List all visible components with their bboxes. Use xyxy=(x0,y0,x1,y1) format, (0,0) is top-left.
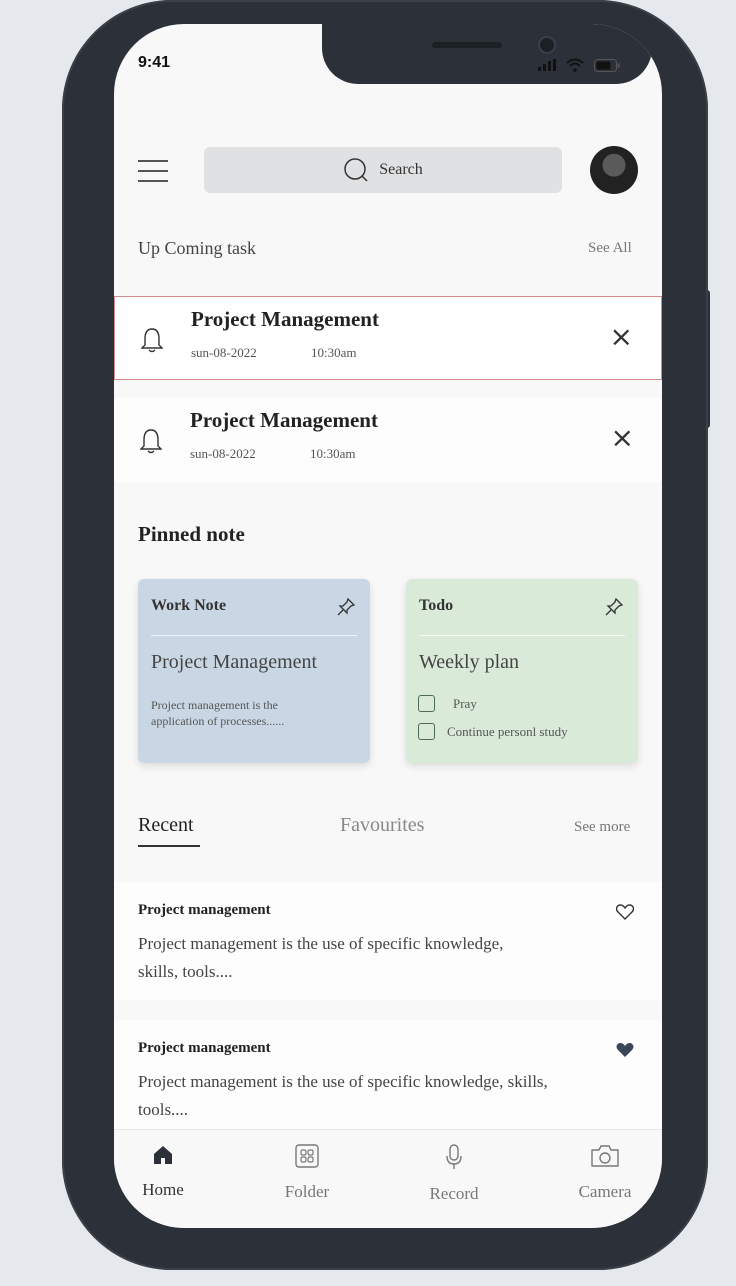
card-title: Project Management xyxy=(151,651,318,673)
todo-label: Continue personl study xyxy=(447,723,568,739)
search-icon xyxy=(344,158,368,182)
task-time: 10:30am xyxy=(311,345,357,360)
note-body-line: tools.... xyxy=(138,1100,189,1119)
task-date: sun-08-2022 xyxy=(190,446,256,461)
home-icon xyxy=(154,1146,172,1164)
pinned-title: Pinned note xyxy=(138,522,245,546)
status-time: 9:41 xyxy=(138,54,171,71)
search-bar[interactable]: Search xyxy=(204,147,562,193)
note-body-line: skills, tools.... xyxy=(138,962,233,981)
task-item[interactable]: Project Management sun-08-2022 10:30am × xyxy=(114,398,662,482)
bottom-nav: Home Folder Record Camera xyxy=(114,1129,662,1228)
bell-icon xyxy=(141,328,163,353)
heart-outline-icon[interactable] xyxy=(616,904,634,920)
nav-camera[interactable]: Camera xyxy=(550,1144,660,1202)
speaker xyxy=(432,42,502,48)
close-icon[interactable]: × xyxy=(610,323,633,351)
wifi-icon xyxy=(566,58,584,72)
menu-icon[interactable] xyxy=(138,160,168,182)
bell-icon xyxy=(140,429,162,454)
status-icons xyxy=(538,58,620,72)
battery-icon xyxy=(594,58,620,72)
microphone-icon xyxy=(446,1144,462,1169)
note-title: Project management xyxy=(138,902,271,918)
nav-record[interactable]: Record xyxy=(399,1144,509,1204)
card-body-line: application of processes...... xyxy=(151,714,285,728)
nav-label: Folder xyxy=(284,1182,330,1201)
checkbox[interactable] xyxy=(418,695,435,712)
note-body-line: Project management is the use of specifi… xyxy=(138,934,504,953)
see-more-link[interactable]: See more xyxy=(574,819,630,836)
note-body: Project management is the use of specifi… xyxy=(138,1068,548,1124)
pinned-card-todo[interactable]: Todo Weekly plan Pray Continue personl s… xyxy=(406,579,638,763)
nav-folder[interactable]: Folder xyxy=(252,1144,362,1202)
folder-grid-icon xyxy=(295,1144,319,1168)
card-title: Weekly plan xyxy=(419,651,520,673)
note-body-line: Project management is the use of specifi… xyxy=(138,1072,548,1091)
front-camera xyxy=(538,36,556,54)
note-body: Project management is the use of specifi… xyxy=(138,930,503,986)
task-title: Project Management xyxy=(190,408,378,432)
todo-label: Pray xyxy=(453,695,477,711)
heart-filled-icon[interactable] xyxy=(616,1042,634,1058)
tab-recent[interactable]: Recent xyxy=(138,814,194,837)
card-label: Work Note xyxy=(151,597,227,614)
camera-icon xyxy=(591,1145,619,1167)
close-icon[interactable]: × xyxy=(611,424,634,452)
tab-active-underline xyxy=(138,845,200,847)
task-time: 10:30am xyxy=(310,446,356,461)
nav-label: Home xyxy=(142,1180,184,1199)
task-item[interactable]: Project Management sun-08-2022 10:30am × xyxy=(114,296,662,380)
nav-label: Record xyxy=(429,1184,479,1203)
nav-home[interactable]: Home xyxy=(114,1144,218,1200)
phone-screen: 9:41 Search Up Coming task See All Proje… xyxy=(114,24,662,1228)
notch xyxy=(322,24,652,84)
avatar[interactable] xyxy=(590,146,638,194)
card-divider xyxy=(151,635,357,636)
checkbox[interactable] xyxy=(418,723,435,740)
upcoming-title: Up Coming task xyxy=(138,238,257,258)
todo-item[interactable]: Pray xyxy=(418,695,477,712)
todo-item[interactable]: Continue personl study xyxy=(418,723,568,740)
card-body-line: Project management is the xyxy=(151,698,278,712)
card-label: Todo xyxy=(419,597,454,614)
pinned-card-work-note[interactable]: Work Note Project Management Project man… xyxy=(138,579,370,763)
nav-label: Camera xyxy=(578,1182,632,1201)
pin-icon[interactable] xyxy=(604,597,624,617)
pin-icon[interactable] xyxy=(336,597,356,617)
tab-favourites[interactable]: Favourites xyxy=(340,814,424,837)
task-date: sun-08-2022 xyxy=(191,345,257,360)
search-placeholder: Search xyxy=(379,161,423,178)
card-divider xyxy=(419,635,625,636)
note-item[interactable]: Project management Project management is… xyxy=(114,882,662,1000)
see-all-link[interactable]: See All xyxy=(588,240,632,257)
task-title: Project Management xyxy=(191,307,379,331)
signal-icon xyxy=(538,59,556,71)
note-item[interactable]: Project management Project management is… xyxy=(114,1020,662,1130)
note-title: Project management xyxy=(138,1040,271,1056)
card-body: Project management is the application of… xyxy=(151,697,331,729)
